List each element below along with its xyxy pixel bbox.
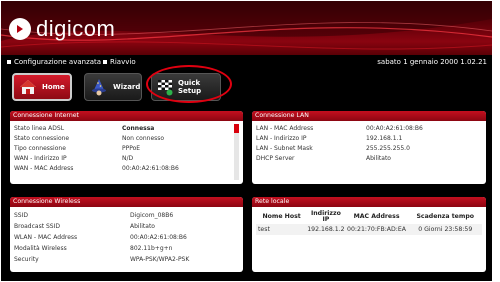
- table-cell: 00:21:70:FB:AD:EA: [344, 224, 409, 235]
- header-banner: digicom: [1, 1, 492, 55]
- row-label: WLAN - MAC Address: [14, 234, 78, 241]
- row-value: Abilitato: [130, 223, 155, 230]
- row-label: DHCP Server: [256, 155, 295, 162]
- row-value: 00:A0:A2:61:08:B6: [366, 125, 423, 132]
- table-cell: 192.168.1.2: [307, 224, 345, 235]
- column-header: MAC Address: [353, 212, 400, 220]
- digicom-logo-icon: [9, 18, 31, 40]
- local-network-panel: Rete locale Nome Host Indirizzo IP MAC A…: [252, 197, 486, 272]
- row-label: Modalità Wireless: [14, 245, 67, 252]
- internet-panel-title: Connessione Internet: [10, 111, 243, 121]
- row-label: Tipo connessione: [14, 145, 66, 152]
- row-value: Non connesso: [122, 135, 165, 142]
- logo-text: digicom: [36, 16, 116, 41]
- wizard-icon: [89, 77, 109, 97]
- lan-panel: Connessione LAN LAN - MAC Address 00:A0:…: [252, 111, 486, 184]
- row-value: Digicom_08B6: [130, 212, 174, 219]
- table-cell: 0 Giorni 23:58:59: [408, 224, 482, 235]
- reboot-link[interactable]: Riavvio: [103, 55, 136, 69]
- column-header: Scadenza tempo: [416, 212, 475, 220]
- row-value: Connessa: [122, 125, 155, 132]
- table-cell: test: [256, 224, 308, 235]
- router-admin-page: digicom Configurazione avanzata Riavvio …: [1, 1, 492, 281]
- row-label: LAN - Subnet Mask: [256, 145, 313, 152]
- row-value: 192.168.1.1: [366, 135, 403, 142]
- row-label: SSID: [14, 212, 29, 219]
- wizard-button[interactable]: Wizard: [84, 73, 142, 101]
- wizard-label: Wizard: [113, 83, 141, 91]
- digicom-logo[interactable]: digicom: [9, 16, 115, 42]
- row-value: 255.255.255.0: [366, 145, 410, 152]
- datetime-display: sabato 1 gennaio 2000 1.02.21: [377, 58, 487, 66]
- scrollbar-thumb[interactable]: [234, 124, 239, 133]
- row-label: LAN - Indirizzo IP: [256, 135, 307, 142]
- home-button[interactable]: Home: [12, 73, 72, 101]
- row-label: Security: [14, 256, 39, 263]
- row-value: WPA-PSK/WPA2-PSK: [130, 256, 190, 263]
- row-value: 00:A0:A2:61:08:B6: [122, 165, 179, 172]
- reboot-label: Riavvio: [110, 58, 136, 66]
- row-label: LAN - MAC Address: [256, 125, 314, 132]
- row-label: Broadcast SSID: [14, 223, 60, 230]
- table-row: test 192.168.1.2 00:21:70:FB:AD:EA 0 Gio…: [256, 224, 482, 235]
- row-value: 00:A0:A2:61:08:B6: [130, 234, 187, 241]
- row-value: N/D: [122, 155, 134, 162]
- local-network-panel-title: Rete locale: [252, 197, 486, 207]
- bullet-icon: [7, 60, 11, 64]
- bullet-icon: [103, 60, 107, 64]
- house-icon: [18, 77, 38, 97]
- column-header: Indirizzo IP: [310, 209, 341, 223]
- row-label: Stato linea ADSL: [14, 125, 65, 132]
- internet-panel: Connessione Internet Stato linea ADSL Co…: [10, 111, 243, 184]
- row-label: Stato connessione: [14, 135, 70, 142]
- table-header-row: Nome Host Indirizzo IP MAC Address Scade…: [256, 210, 482, 224]
- quick-setup-label: Quick Setup: [178, 79, 202, 95]
- row-value: Abilitato: [366, 155, 391, 162]
- menu-bar: Configurazione avanzata Riavvio sabato 1…: [1, 55, 492, 69]
- wireless-panel: Connessione Wireless SSID Digicom_08B6 B…: [10, 197, 243, 272]
- column-header: Nome Host: [262, 212, 301, 220]
- advanced-config-link[interactable]: Configurazione avanzata: [7, 55, 101, 69]
- home-label: Home: [42, 83, 65, 91]
- racing-flag-icon: [156, 77, 174, 97]
- lan-panel-title: Connessione LAN: [252, 111, 486, 121]
- row-value: PPPoE: [122, 145, 141, 152]
- advanced-config-label: Configurazione avanzata: [14, 58, 102, 66]
- row-value: 802.11b+g+n: [130, 245, 173, 252]
- quick-setup-button[interactable]: Quick Setup: [151, 73, 221, 101]
- row-label: WAN - MAC Address: [14, 165, 74, 172]
- internet-scrollbar[interactable]: [234, 124, 239, 180]
- dhcp-clients-table: Nome Host Indirizzo IP MAC Address Scade…: [256, 210, 482, 235]
- row-label: WAN - Indirizzo IP: [14, 155, 67, 162]
- wireless-panel-title: Connessione Wireless: [10, 197, 243, 207]
